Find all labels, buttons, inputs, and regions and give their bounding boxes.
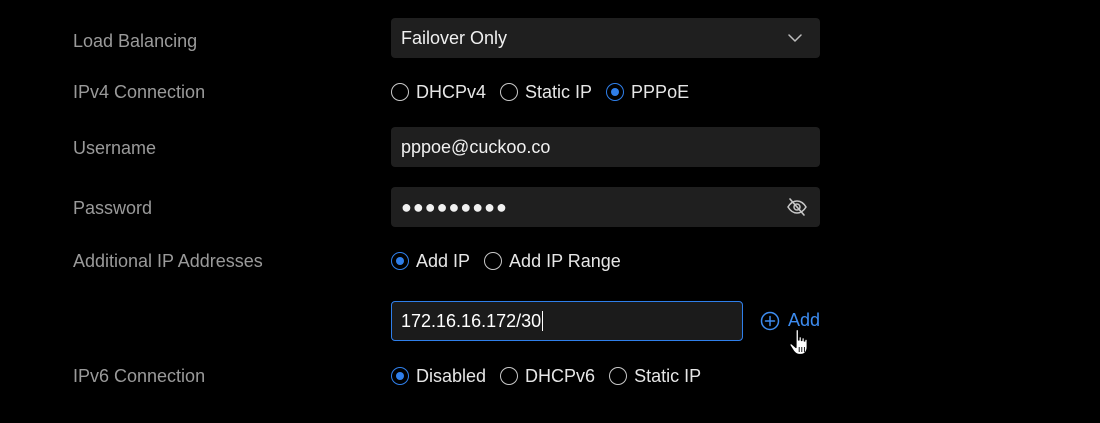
username-row: Username pppoe@cuckoo.co — [0, 127, 1100, 167]
ipv4-option-pppoe[interactable]: PPPoE — [606, 82, 689, 103]
ipv4-option-label: PPPoE — [631, 81, 690, 102]
ipv4-option-dhcpv4[interactable]: DHCPv4 — [391, 82, 486, 103]
hand-cursor-icon — [787, 328, 813, 358]
additional-ip-option-label: Add IP — [416, 250, 471, 271]
ipv6-option-label: Static IP — [634, 365, 702, 386]
additional-ip-option-add-ip-range[interactable]: Add IP Range — [484, 251, 621, 272]
eye-off-icon[interactable] — [786, 197, 808, 217]
text-caret — [542, 311, 544, 331]
radio-pppoe[interactable] — [606, 83, 625, 101]
ipv6-option-label: DHCPv6 — [525, 365, 596, 386]
password-field[interactable]: ●●●●●●●●● — [391, 187, 820, 227]
password-row: Password ●●●●●●●●● — [0, 187, 1100, 227]
password-value: ●●●●●●●●● — [401, 196, 508, 217]
ipv6-option-disabled[interactable]: Disabled — [391, 366, 486, 387]
username-value: pppoe@cuckoo.co — [401, 136, 551, 157]
ipv4-option-label: Static IP — [525, 81, 593, 102]
ipv6-option-label: Disabled — [416, 365, 487, 386]
plus-circle-icon — [760, 311, 780, 331]
ipv4-option-static-ip[interactable]: Static IP — [500, 82, 592, 103]
username-field[interactable]: pppoe@cuckoo.co — [391, 127, 820, 167]
load-balancing-label: Load Balancing — [73, 31, 198, 51]
radio-ipv6-static-ip[interactable] — [609, 367, 628, 385]
ipv4-label: IPv4 Connection — [73, 82, 206, 102]
load-balancing-select[interactable]: Failover Only — [391, 18, 820, 58]
ipv4-option-label: DHCPv4 — [416, 81, 487, 102]
additional-ip-radio-group: Add IP Add IP Range — [391, 249, 635, 273]
additional-ip-option-label: Add IP Range — [509, 250, 621, 271]
password-label: Password — [73, 198, 153, 218]
additional-ip-label: Additional IP Addresses — [73, 251, 263, 271]
username-label: Username — [73, 138, 157, 158]
additional-ip-option-add-ip[interactable]: Add IP — [391, 251, 470, 272]
chevron-down-icon — [788, 31, 802, 45]
ipv4-radio-group: DHCPv4 Static IP PPPoE — [391, 80, 703, 104]
radio-static-ip[interactable] — [500, 83, 519, 101]
ipv6-radio-group: Disabled DHCPv6 Static IP — [391, 364, 715, 388]
load-balancing-value: Failover Only — [401, 27, 508, 48]
radio-dhcpv6[interactable] — [500, 367, 519, 385]
ipv6-label: IPv6 Connection — [73, 366, 206, 386]
radio-add-ip-range[interactable] — [484, 252, 503, 270]
additional-ip-input[interactable]: 172.16.16.172/30 — [391, 301, 743, 341]
additional-ip-input-value: 172.16.16.172/30 — [401, 310, 542, 331]
radio-dhcpv4[interactable] — [391, 83, 409, 101]
ipv6-option-static-ip[interactable]: Static IP — [609, 366, 701, 387]
radio-disabled[interactable] — [391, 367, 409, 385]
ipv6-option-dhcpv6[interactable]: DHCPv6 — [500, 366, 595, 387]
radio-add-ip[interactable] — [391, 252, 409, 270]
